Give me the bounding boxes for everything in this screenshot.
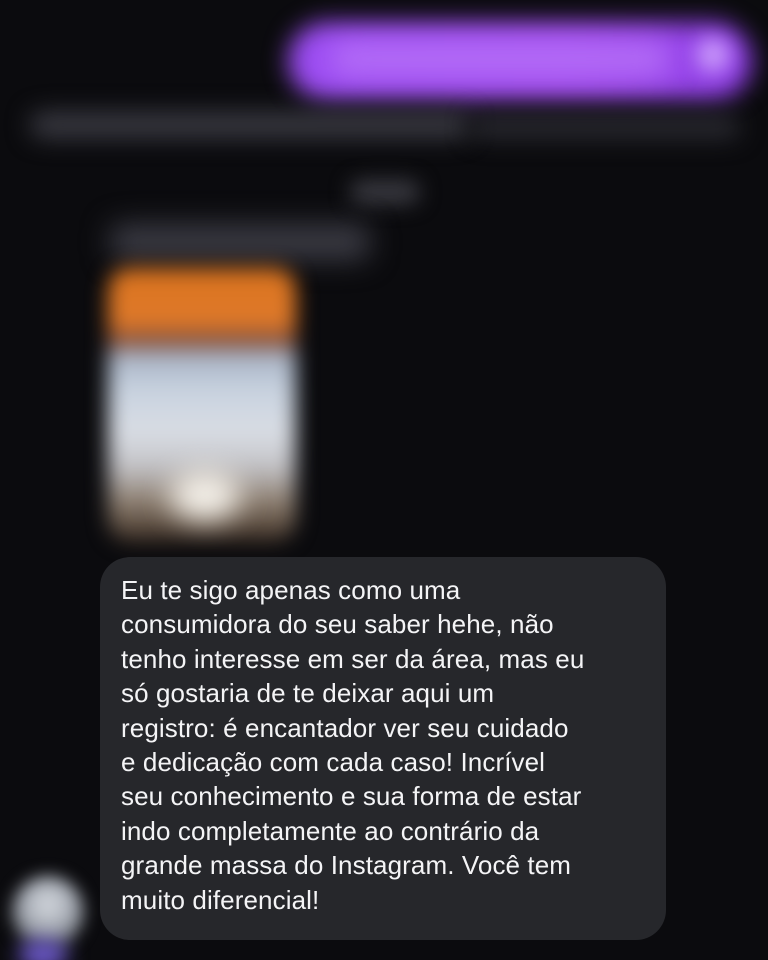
story-preview-highlight bbox=[170, 470, 240, 520]
chat-screen: Eu te sigo apenas como uma consumidora d… bbox=[0, 0, 768, 960]
message-timestamp-blurred bbox=[350, 180, 420, 204]
blurred-text-line-2 bbox=[470, 116, 740, 138]
received-message-bubble[interactable]: Eu te sigo apenas como uma consumidora d… bbox=[100, 557, 666, 940]
sent-message-text-blurred bbox=[330, 44, 670, 74]
sender-avatar[interactable] bbox=[12, 876, 84, 948]
received-message-text: Eu te sigo apenas como uma consumidora d… bbox=[121, 575, 585, 915]
sent-message-icon-blurred bbox=[696, 38, 730, 72]
blurred-text-line bbox=[30, 112, 470, 138]
story-reply-label-blurred bbox=[110, 224, 370, 260]
